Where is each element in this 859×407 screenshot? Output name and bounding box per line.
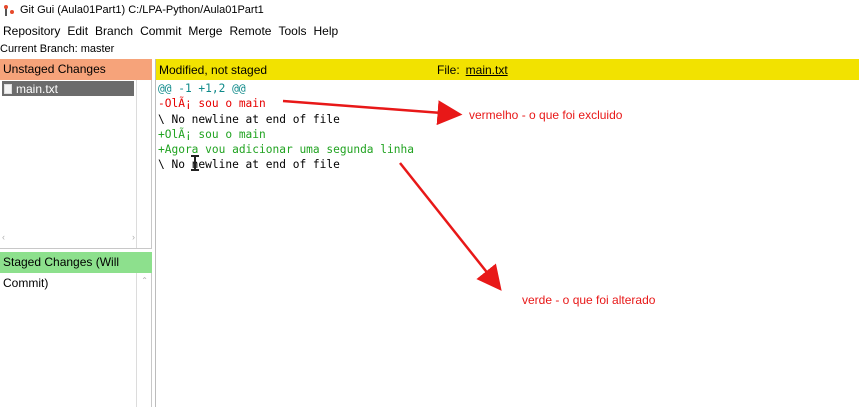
git-gui-icon <box>3 4 15 16</box>
menu-tools[interactable]: Tools <box>275 24 310 38</box>
left-pane: Unstaged Changes main.txt ‹ › Staged Cha… <box>0 59 152 407</box>
diff-header: Modified, not staged File: main.txt <box>156 59 859 80</box>
diff-deleted-line: -OlÃ¡ sou o main <box>158 97 266 111</box>
diff-file-label: File: <box>437 62 460 77</box>
file-icon[interactable] <box>4 83 12 94</box>
staged-file-list[interactable]: ⌃ <box>0 273 152 407</box>
menu-branch[interactable]: Branch <box>92 24 137 38</box>
unstaged-changes-header: Unstaged Changes <box>0 59 152 80</box>
unstaged-file-item[interactable]: main.txt <box>2 81 134 96</box>
red-annotation-text: vermelho - o que foi excluido <box>469 108 623 122</box>
title-bar: Git Gui (Aula01Part1) C:/LPA-Python/Aula… <box>0 0 859 20</box>
staged-vertical-scrollbar[interactable]: ⌃ <box>136 273 151 407</box>
window-title: Git Gui (Aula01Part1) C:/LPA-Python/Aula… <box>20 4 264 16</box>
current-branch-label: Current Branch: master <box>0 43 115 55</box>
diff-added-line: +OlÃ¡ sou o main <box>158 127 266 141</box>
staged-changes-header: Staged Changes (Will Commit) <box>0 252 152 290</box>
diff-status: Modified, not staged <box>159 62 268 77</box>
unstaged-file-list[interactable]: main.txt ‹ › <box>0 80 152 249</box>
menu-merge[interactable]: Merge <box>185 24 226 38</box>
diff-no-newline-note: \ No newline at end of file <box>158 158 340 172</box>
menu-commit[interactable]: Commit <box>137 24 185 38</box>
menu-bar: Repository Edit Branch Commit Merge Remo… <box>0 21 342 40</box>
scroll-right-arrow-icon[interactable]: › <box>132 232 135 242</box>
unstaged-vertical-scrollbar[interactable] <box>136 80 151 248</box>
menu-edit[interactable]: Edit <box>64 24 92 38</box>
diff-no-newline-note: \ No newline at end of file <box>158 112 340 126</box>
staged-pane: Staged Changes (Will Commit) ⌃ <box>0 252 152 407</box>
menu-help[interactable]: Help <box>310 24 342 38</box>
diff-file-name[interactable]: main.txt <box>466 63 508 77</box>
diff-hunk-header: @@ -1 +1,2 @@ <box>158 82 246 95</box>
scroll-up-arrow-icon[interactable]: ⌃ <box>141 276 148 285</box>
file-name: main.txt <box>16 81 59 96</box>
text-cursor-icon <box>191 155 199 171</box>
diff-view[interactable]: @@ -1 +1,2 @@ -OlÃ¡ sou o main \ No newl… <box>156 80 859 407</box>
menu-remote[interactable]: Remote <box>226 24 275 38</box>
menu-repository[interactable]: Repository <box>0 24 64 38</box>
scroll-left-arrow-icon[interactable]: ‹ <box>2 232 5 242</box>
green-annotation-text: verde - o que foi alterado <box>522 293 656 307</box>
